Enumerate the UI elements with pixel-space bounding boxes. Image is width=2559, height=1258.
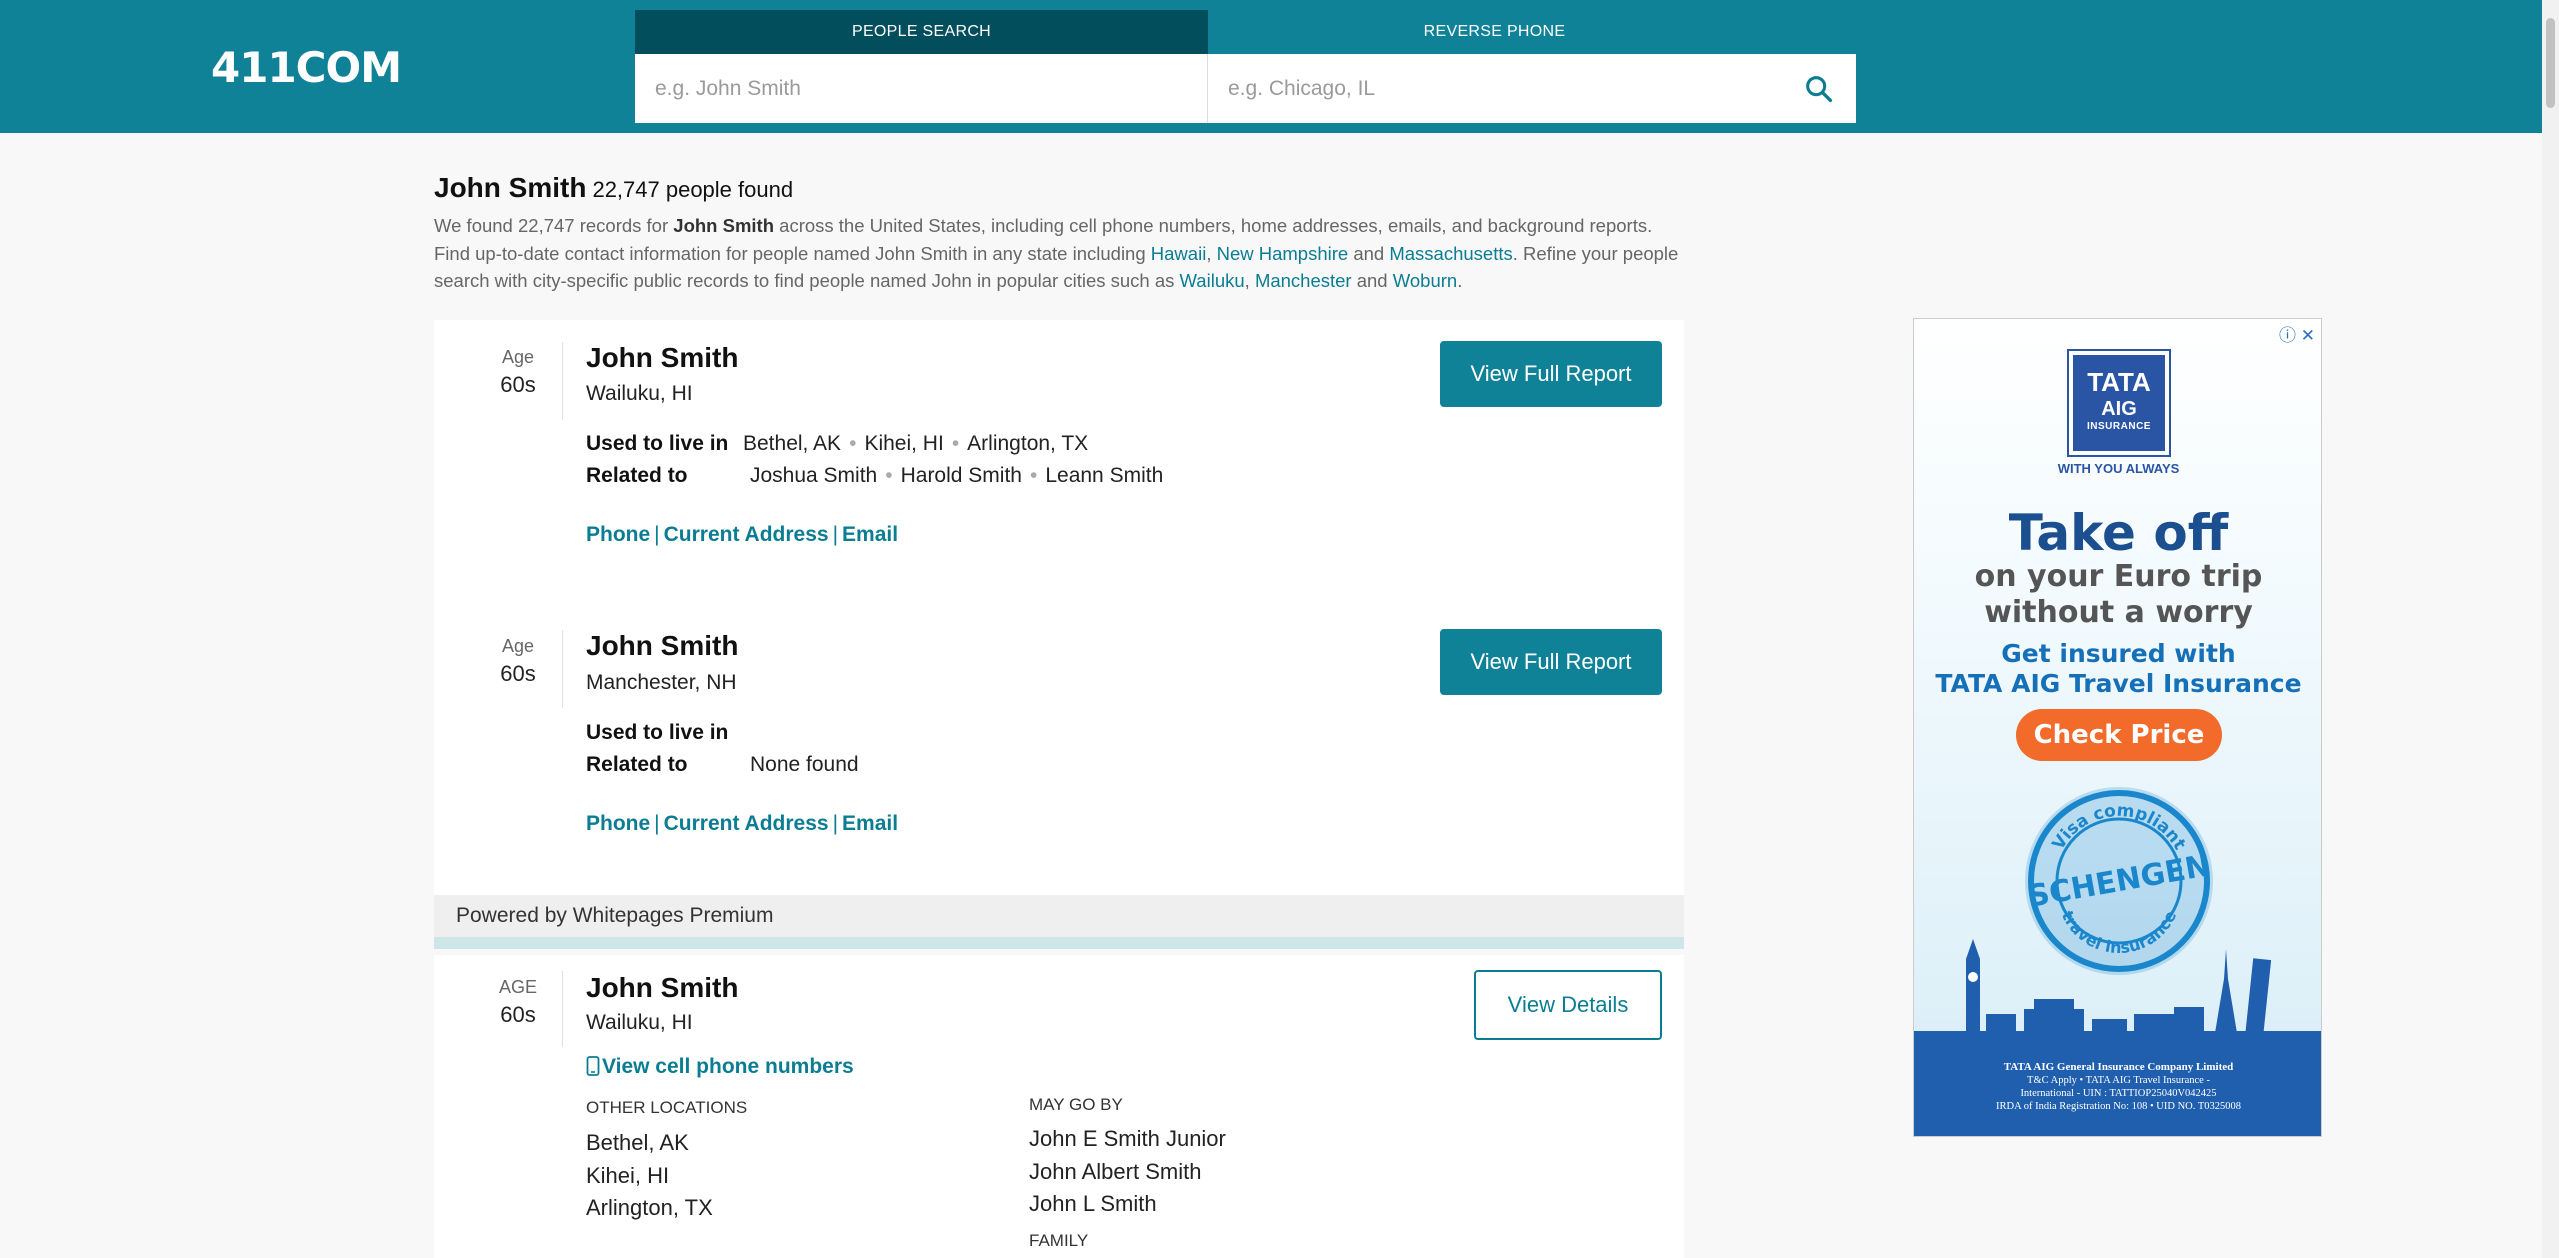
city-link-wailuku[interactable]: Wailuku [1180, 270, 1245, 291]
search-bar [635, 54, 1856, 123]
divider [562, 971, 563, 1047]
current-address-link[interactable]: Current Address [664, 812, 829, 835]
search-icon[interactable] [1802, 72, 1836, 106]
person-name[interactable]: John Smith [586, 342, 738, 374]
age-block: Age 60s [488, 347, 548, 398]
contact-links: Phone | Current Address | Email [586, 812, 899, 835]
ad-info-icon[interactable]: ⓘ [2279, 326, 2296, 345]
age-value: 60s [500, 661, 536, 686]
results-card: Age 60s John Smith Wailuku, HI Used to l… [434, 320, 1684, 895]
close-icon[interactable]: ✕ [2301, 326, 2315, 345]
phone-link[interactable]: Phone [586, 523, 650, 546]
tab-people-search[interactable]: PEOPLE SEARCH [635, 10, 1208, 54]
related-to-values: Joshua Smith • Harold Smith • Leann Smith [750, 464, 1164, 487]
age-block: Age 60s [488, 636, 548, 687]
name-search-input[interactable] [635, 54, 1208, 123]
person-location: Wailuku, HI [586, 382, 693, 405]
ad-offer-text: Get insured with TATA AIG Travel Insuranc… [1935, 639, 2302, 698]
ad-tagline: WITH YOU ALWAYS [2057, 461, 2180, 476]
other-location-item: Arlington, TX [586, 1195, 713, 1220]
used-to-live-values: Bethel, AK • Kihei, HI • Arlington, TX [743, 432, 1089, 455]
ad-subheadline: on your Euro trip without a worry [1974, 559, 2263, 630]
email-link[interactable]: Email [842, 812, 898, 835]
city-link-manchester[interactable]: Manchester [1255, 270, 1352, 291]
used-to-live-label: Used to live in [586, 721, 729, 744]
page-title: John Smith [434, 172, 587, 203]
result-count: 22,747 people found [592, 177, 794, 202]
current-address-link[interactable]: Current Address [664, 523, 829, 546]
powered-by-banner: Powered by Whitepages Premium [434, 895, 1684, 949]
premium-result-card: AGE 60s John Smith Wailuku, HI View cell… [434, 955, 1684, 1258]
scrollbar-thumb[interactable] [2546, 18, 2555, 108]
divider [562, 342, 563, 420]
age-value: 60s [500, 372, 536, 397]
page-scrollbar[interactable] [2542, 0, 2559, 1258]
email-link[interactable]: Email [842, 523, 898, 546]
advertisement[interactable]: ⓘ ✕ TATA AIG INSURANCE WITH YOU ALWAYS T… [1913, 318, 2322, 1137]
view-full-report-button[interactable]: View Full Report [1440, 341, 1662, 407]
site-logo[interactable]: 411COM [211, 44, 402, 92]
age-label: Age [501, 636, 535, 656]
related-to-label: Related to [586, 464, 688, 487]
related-to-label: Related to [586, 753, 688, 776]
ad-headline: Take off [2008, 504, 2229, 562]
other-location-item: Bethel, AK [586, 1130, 689, 1155]
view-cell-phone-link[interactable]: View cell phone numbers [586, 1055, 854, 1079]
state-link-new-hampshire[interactable]: New Hampshire [1217, 243, 1349, 264]
contact-links: Phone | Current Address | Email [586, 523, 899, 546]
age-value: 60s [500, 1002, 536, 1027]
used-to-live-label: Used to live in [586, 432, 729, 455]
alias-item: John L Smith [1029, 1191, 1157, 1216]
family-label: FAMILY [1029, 1231, 1089, 1250]
result-item: Age 60s John Smith Manchester, NH Used t… [434, 610, 1684, 895]
check-price-button[interactable]: Check Price [2016, 709, 2222, 761]
other-location-item: Kihei, HI [586, 1163, 670, 1188]
age-label: Age [501, 347, 535, 367]
alias-item: John E Smith Junior [1029, 1126, 1226, 1151]
location-search-input[interactable] [1208, 54, 1768, 123]
other-locations-label: OTHER LOCATIONS [586, 1098, 748, 1117]
phone-link[interactable]: Phone [586, 812, 650, 835]
related-to-values: None found [750, 753, 859, 776]
person-location: Wailuku, HI [586, 1011, 693, 1034]
state-link-massachusetts[interactable]: Massachusetts [1389, 243, 1512, 264]
age-block: AGE 60s [488, 977, 548, 1028]
state-link-hawaii[interactable]: Hawaii [1151, 243, 1207, 264]
result-item: Age 60s John Smith Wailuku, HI Used to l… [434, 320, 1684, 610]
person-name[interactable]: John Smith [586, 630, 738, 662]
intro-description: We found 22,747 records for John Smith a… [434, 215, 1679, 291]
person-location: Manchester, NH [586, 671, 737, 694]
results-intro: John Smith 22,747 people found We found 2… [434, 172, 1684, 295]
age-label: AGE [498, 977, 537, 997]
tata-aig-logo: TATA AIG INSURANCE [2067, 349, 2171, 457]
tab-reverse-phone[interactable]: REVERSE PHONE [1208, 10, 1781, 54]
view-details-button[interactable]: View Details [1474, 970, 1662, 1040]
divider [562, 630, 563, 708]
mobile-phone-icon [586, 1056, 600, 1076]
city-link-woburn[interactable]: Woburn [1393, 270, 1457, 291]
person-name[interactable]: John Smith [586, 972, 738, 1004]
may-go-by-label: MAY GO BY [1029, 1095, 1123, 1114]
view-full-report-button[interactable]: View Full Report [1440, 629, 1662, 695]
site-header: 411COM PEOPLE SEARCH REVERSE PHONE [0, 0, 2542, 133]
alias-item: John Albert Smith [1029, 1159, 1202, 1184]
ad-disclaimer: TATA AIG General Insurance Company Limit… [1914, 1031, 2321, 1136]
